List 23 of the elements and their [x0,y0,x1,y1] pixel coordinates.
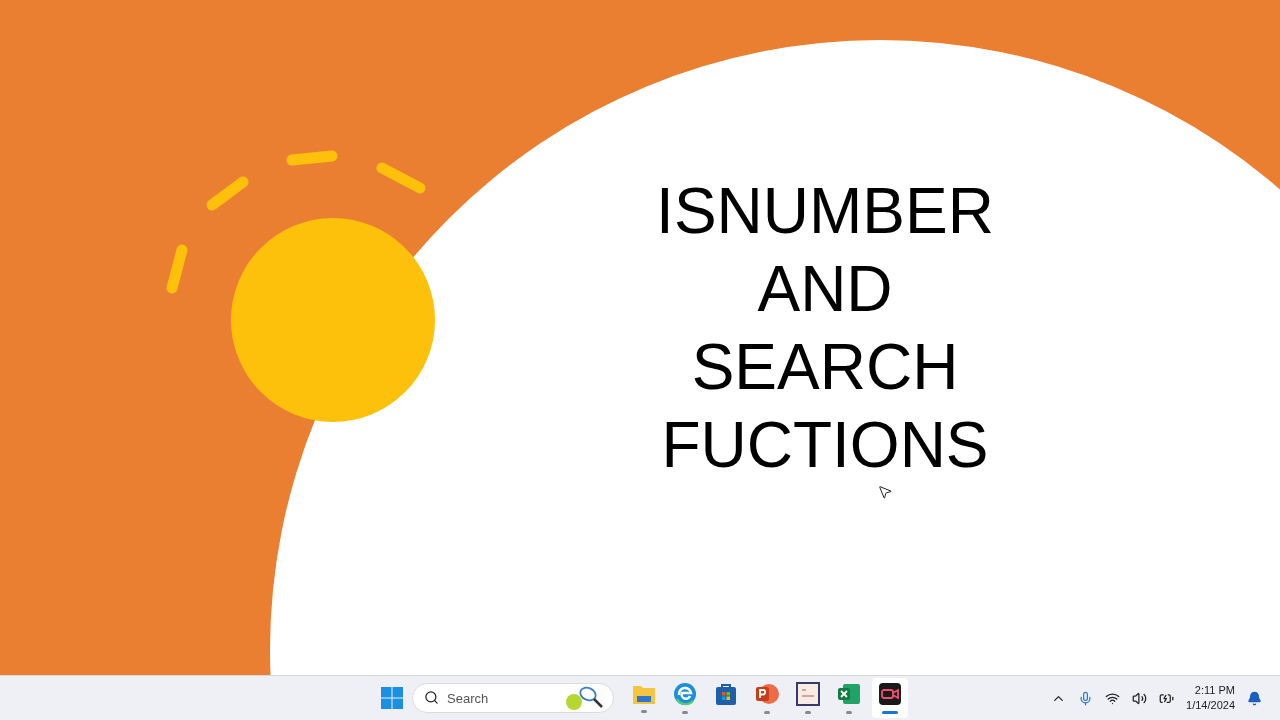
mouse-pointer-icon [877,484,893,500]
start-button[interactable] [378,684,406,712]
clock-date[interactable]: 1/14/2024 [1186,698,1235,713]
search-icon [424,690,439,705]
taskbar-app-button[interactable] [872,678,908,718]
windows-logo-icon [381,687,403,709]
slide-title-line: SEARCH [691,330,959,405]
slide-title-line: FUCTIONS [661,408,989,483]
slide-title-line: ISNUMBER [656,174,994,249]
browser-icon [673,682,697,706]
clock-time[interactable]: 2:11 PM [1194,683,1235,698]
folder-icon [632,683,656,705]
presentation-app-icon [755,682,779,706]
spreadsheet-app-icon [837,682,861,706]
video-camera-icon [878,682,902,706]
search-field[interactable]: Search [412,683,614,713]
store-bag-icon [715,682,737,706]
slide-title-line: AND [757,252,893,327]
volume-icon[interactable] [1132,690,1148,706]
microphone-icon[interactable] [1078,690,1094,706]
app-tile-icon [796,682,820,706]
notification-bell-icon[interactable] [1247,690,1262,706]
wifi-icon[interactable] [1105,690,1121,706]
